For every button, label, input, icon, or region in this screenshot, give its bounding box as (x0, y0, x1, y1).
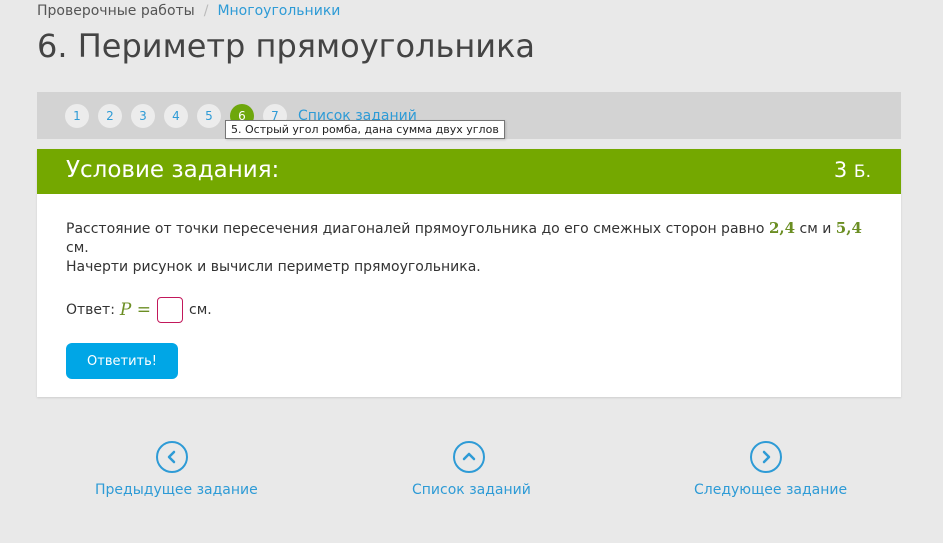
task-body: Расстояние от точки пересечения диагонал… (37, 194, 901, 379)
chevron-right-icon[interactable] (749, 441, 782, 473)
task-points-unit: Б. (853, 162, 871, 182)
answer-unit: см. (189, 302, 212, 318)
statement-text-2: Начерти рисунок и вычисли периметр прямо… (66, 259, 481, 275)
task-header: Условие задания: 3 Б. (37, 149, 901, 194)
answer-input[interactable] (157, 297, 184, 323)
previous-task-link[interactable]: Предыдущее задание (95, 441, 258, 498)
previous-task-label[interactable]: Предыдущее задание (95, 482, 258, 498)
task-list-link[interactable]: Список заданий (412, 441, 531, 498)
statement-text-1: Расстояние от точки пересечения диагонал… (66, 221, 765, 237)
task-card: Условие задания: 3 Б. Расстояние от точк… (37, 149, 901, 397)
answer-label: Ответ: (66, 302, 115, 318)
task-points: 3 Б. (834, 158, 871, 182)
task-list-label[interactable]: Список заданий (412, 482, 531, 498)
statement-value-1: 2,4 (768, 219, 796, 237)
statement-unit-1: см и (799, 221, 832, 237)
breadcrumb: Проверочные работы / Многоугольники (37, 3, 340, 19)
pager-page-2[interactable]: 2 (98, 104, 122, 128)
statement-value-2: 5,4 (835, 219, 862, 237)
next-task-label[interactable]: Следующее задание (694, 482, 847, 498)
tooltip: 5. Острый угол ромба, дана сумма двух уг… (225, 120, 505, 139)
chevron-up-icon[interactable] (452, 441, 485, 473)
page-title: 6. Периметр прямоугольника (37, 27, 536, 65)
answer-row: Ответ: P = см. (66, 297, 872, 323)
answer-equals: = (136, 300, 152, 320)
pager-page-5[interactable]: 5 (197, 104, 221, 128)
pager-page-4[interactable]: 4 (164, 104, 188, 128)
task-header-title: Условие задания: (66, 157, 280, 183)
task-statement: Расстояние от точки пересечения диагонал… (66, 219, 872, 277)
breadcrumb-parent[interactable]: Проверочные работы (37, 3, 195, 19)
breadcrumb-separator: / (203, 3, 209, 19)
statement-unit-2: см. (66, 240, 89, 256)
task-points-value: 3 (833, 158, 848, 182)
next-task-link[interactable]: Следующее задание (694, 441, 847, 498)
pager-page-1[interactable]: 1 (65, 104, 89, 128)
answer-variable: P (119, 300, 132, 320)
pager-page-3[interactable]: 3 (131, 104, 155, 128)
chevron-left-icon[interactable] (155, 441, 188, 473)
submit-answer-button[interactable]: Ответить! (66, 343, 178, 379)
answer-formula: P = (120, 300, 151, 320)
breadcrumb-current-link[interactable]: Многоугольники (217, 3, 340, 19)
